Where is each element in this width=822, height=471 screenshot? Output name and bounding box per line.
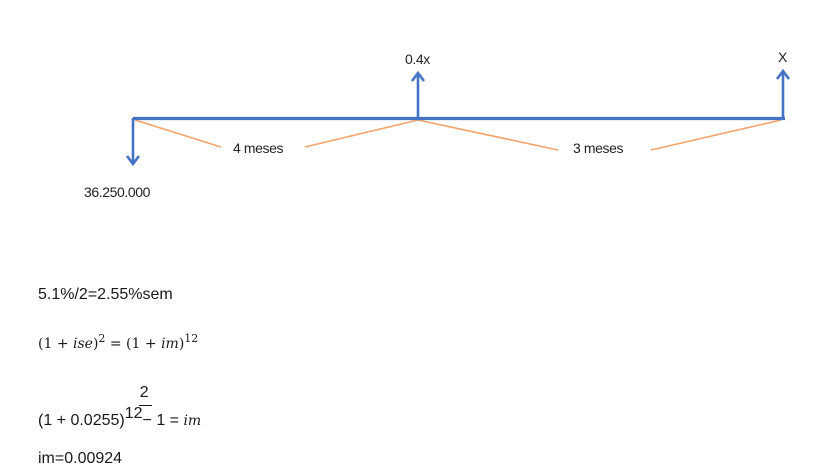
bracket-4-meses-left <box>134 119 222 148</box>
bracket-3-meses-right <box>650 119 782 151</box>
label-period-3-meses: 3 meses <box>573 140 624 156</box>
eq2-exponent-12: 12 <box>184 332 199 345</box>
label-x: X <box>778 49 787 65</box>
equation-result: im=0.00924 <box>38 450 123 467</box>
label-period-4-meses: 4 meses <box>233 140 284 156</box>
eq3-base: (1 + 0.0255) <box>38 412 125 429</box>
cash-flow-diagram <box>125 68 791 167</box>
eq2-open: (1 + <box>38 336 73 352</box>
equation-monthly-rate: (1 + 0.0255) 2 12− 1 = im <box>38 384 202 431</box>
label-0-4x: 0.4x <box>405 51 430 67</box>
eq3-var-im: im <box>183 413 202 429</box>
final-inflow-arrow-up-icon <box>775 68 791 118</box>
eq3-fraction-denominator: 12 <box>124 405 143 422</box>
bracket-4-meses-right <box>304 119 419 148</box>
eq2-var-im: im <box>161 336 179 352</box>
outflow-arrow-down-icon <box>125 118 141 167</box>
bracket-3-meses-left <box>417 119 559 151</box>
eq3-fraction-bar <box>138 405 152 406</box>
eq2-var-ise: ise <box>73 336 93 352</box>
eq2-mid: = (1 + <box>105 336 162 352</box>
equation-rate-equivalence: (1 + ise)2 = (1 + im)12 <box>38 332 199 354</box>
inflow-arrow-up-icon <box>410 70 426 118</box>
eq3-fraction-numerator: 2 <box>139 384 149 401</box>
label-initial-amount: 36.250.000 <box>84 184 151 200</box>
eq3-minus-one: − 1 = <box>142 412 184 429</box>
equation-semester-rate: 5.1%/2=2.55%sem <box>38 286 173 303</box>
eq3-fraction-exponent: 2 12 <box>124 384 152 424</box>
